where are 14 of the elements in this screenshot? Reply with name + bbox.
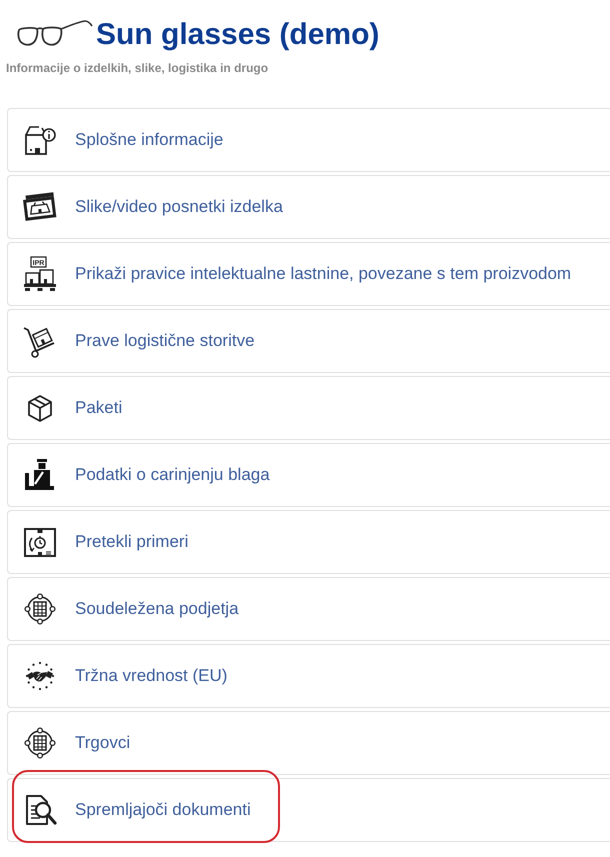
menu-item[interactable]: Slike/video posnetki izdelka [7, 175, 610, 239]
menu-item[interactable]: Splošne informacije [7, 108, 610, 172]
page-title: Sun glasses (demo) [96, 17, 380, 53]
building-network-icon [22, 591, 58, 627]
menu-item[interactable]: Podatki o carinjenju blaga [7, 443, 610, 507]
menu-item[interactable]: Trgovci [7, 711, 610, 775]
menu-item[interactable]: Tržna vrednost (EU) [7, 644, 610, 708]
building-network-icon [22, 725, 58, 761]
menu-item[interactable]: Pretekli primeri [7, 510, 610, 574]
menu-item[interactable]: Soudeležena podjetja [7, 577, 610, 641]
page-subtitle: Informacije o izdelkih, slike, logistika in drugo [6, 61, 270, 76]
menu-item[interactable]: Prave logistične storitve [7, 309, 610, 373]
menu-item[interactable]: Spremljajoči dokumenti [7, 778, 610, 842]
menu-item[interactable]: Paketi [7, 376, 610, 440]
